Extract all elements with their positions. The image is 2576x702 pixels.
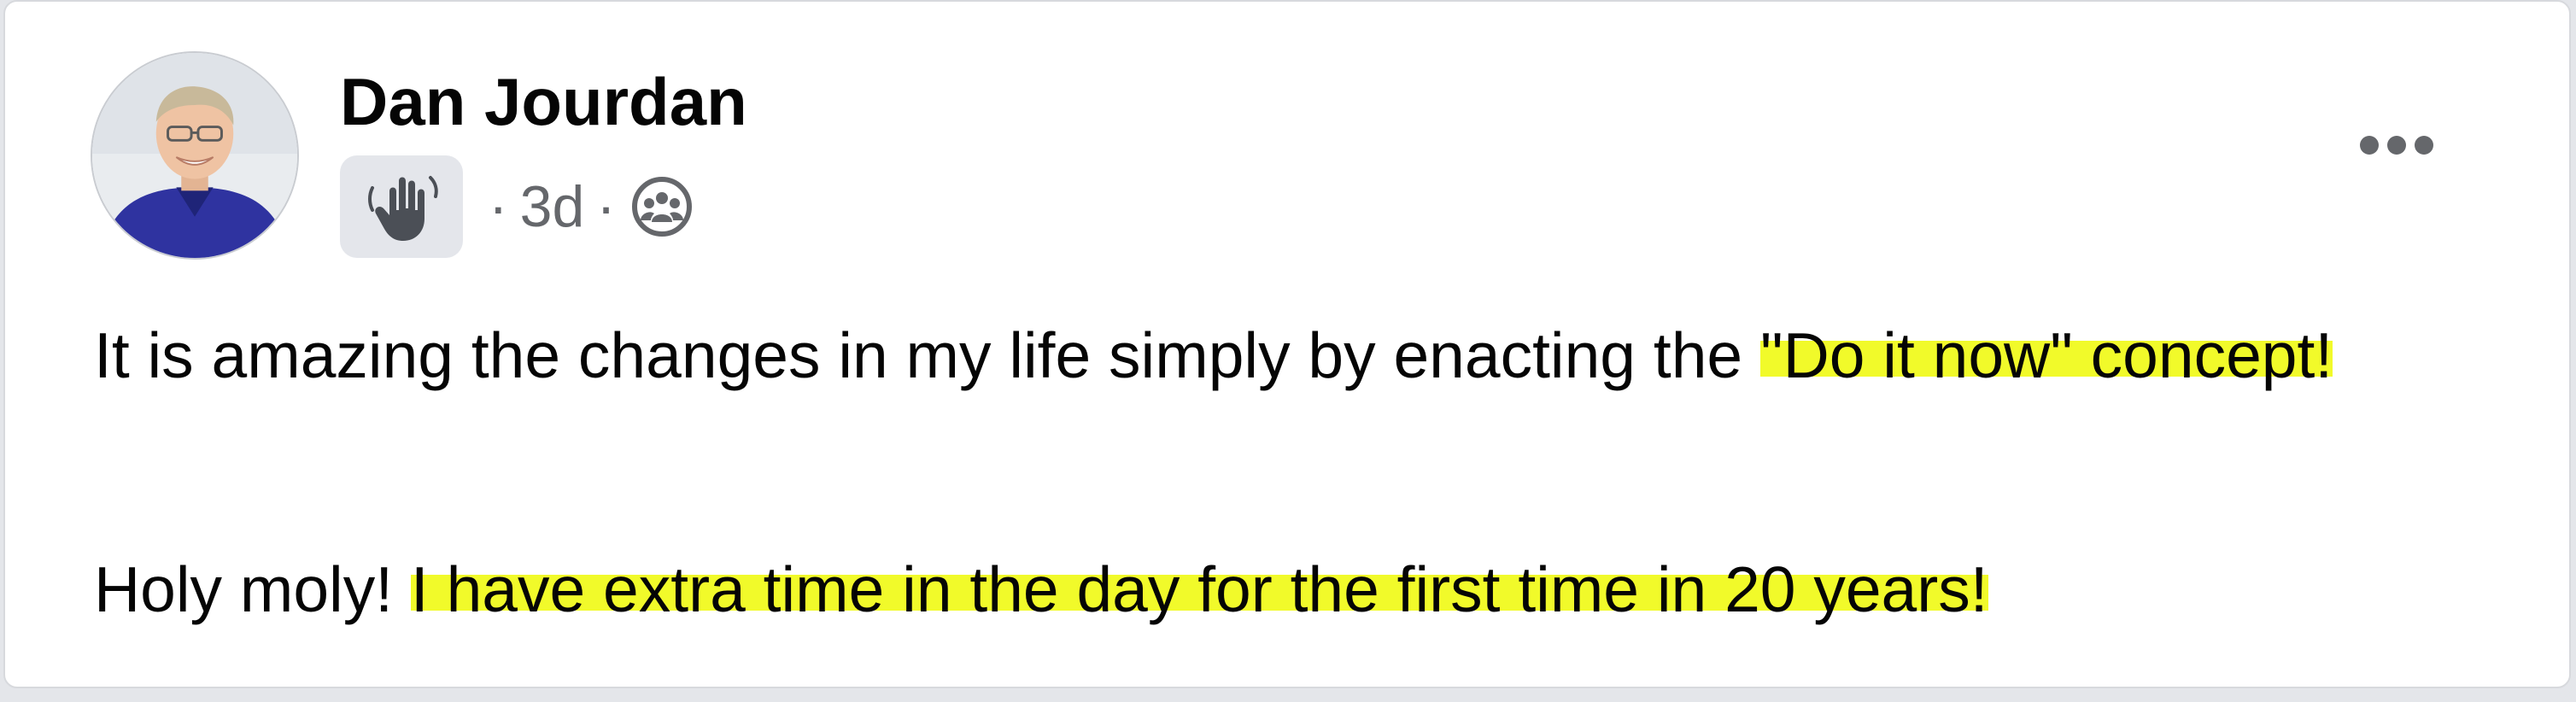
post-paragraph-2: Holy moly! I have extra time in the day …	[94, 540, 2485, 639]
paragraph-2-text: Holy moly!	[94, 553, 411, 625]
avatar-photo	[92, 53, 297, 258]
post-paragraph-1: It is amazing the changes in my life sim…	[94, 306, 2485, 405]
author-avatar[interactable]	[91, 51, 299, 260]
wave-hand-icon[interactable]	[340, 155, 463, 258]
post-card: Dan Jourdan · 3d · It is amazing the cha…	[3, 0, 2571, 688]
dot	[2360, 136, 2379, 155]
separator-dot: ·	[596, 174, 616, 239]
dot	[2387, 136, 2406, 155]
post-meta: · 3d ·	[340, 155, 693, 258]
author-name[interactable]: Dan Jourdan	[340, 68, 747, 135]
paragraph-1-text: It is amazing the changes in my life sim…	[94, 319, 1760, 391]
paragraph-1-highlight: "Do it now" concept!	[1759, 319, 2333, 391]
more-options-icon[interactable]	[2345, 113, 2448, 178]
separator-dot: ·	[489, 174, 508, 239]
group-audience-icon[interactable]	[631, 176, 693, 237]
paragraph-2-highlight: I have extra time in the day for the fir…	[410, 553, 1988, 625]
dot	[2415, 136, 2433, 155]
post-timestamp[interactable]: 3d	[520, 173, 585, 240]
